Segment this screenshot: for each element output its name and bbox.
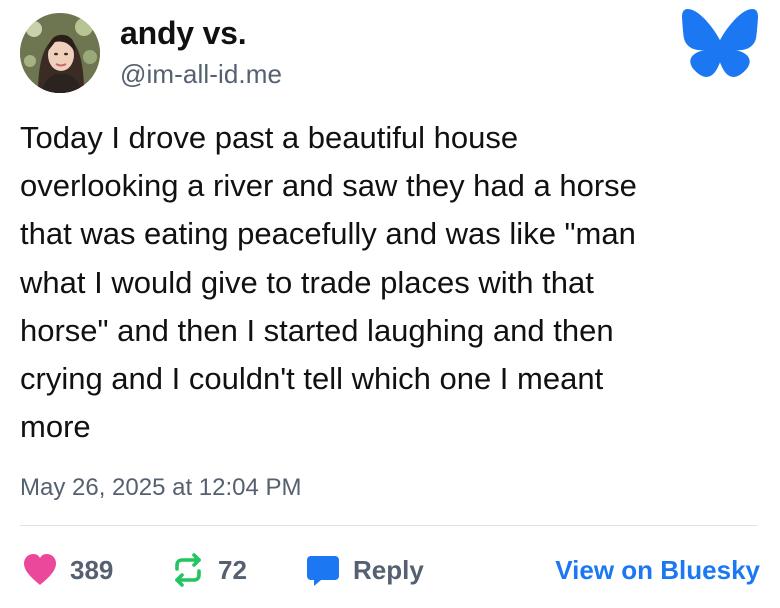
reply-label: Reply — [353, 554, 424, 585]
post-text: Today I drove past a beautiful house ove… — [20, 120, 637, 445]
bluesky-butterfly-icon[interactable] — [682, 9, 758, 77]
author-name[interactable]: andy vs. — [120, 15, 247, 52]
avatar-photo — [20, 13, 100, 93]
repost-icon — [168, 550, 208, 590]
view-on-bluesky-link[interactable]: View on Bluesky — [555, 546, 760, 594]
speech-bubble-icon — [303, 550, 343, 590]
author-handle[interactable]: @im-all-id.me — [120, 59, 282, 90]
heart-icon — [20, 550, 60, 590]
post-actions: 389 72 Reply View on Bluesky — [20, 546, 760, 594]
repost-count: 72 — [218, 554, 247, 585]
reply-button[interactable]: Reply — [303, 546, 424, 594]
divider — [20, 525, 757, 526]
avatar[interactable] — [20, 13, 100, 93]
like-button[interactable]: 389 — [20, 546, 113, 594]
repost-button[interactable]: 72 — [168, 546, 247, 594]
bluesky-post-card: andy vs. @im-all-id.me Today I drove pas… — [0, 0, 780, 608]
like-count: 389 — [70, 554, 114, 585]
post-timestamp[interactable]: May 26, 2025 at 12:04 PM — [20, 474, 302, 502]
